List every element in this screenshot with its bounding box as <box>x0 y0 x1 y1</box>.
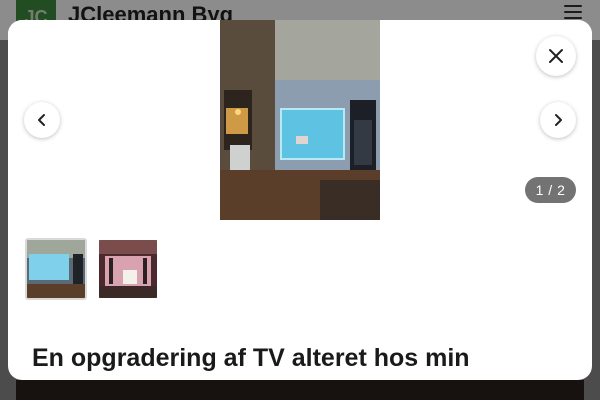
gallery-main-image <box>220 20 380 220</box>
post-title: En opgradering af TV alteret hos min <box>32 344 470 372</box>
close-icon <box>549 49 563 63</box>
next-image-button[interactable] <box>540 102 576 138</box>
chevron-left-icon <box>38 114 45 126</box>
thumbnail-2[interactable] <box>97 238 159 300</box>
thumbnail-1[interactable] <box>25 238 87 300</box>
image-counter: 1 / 2 <box>525 177 576 203</box>
close-button[interactable] <box>536 36 576 76</box>
thumbnail-strip <box>25 238 159 300</box>
image-gallery: 1 / 2 <box>8 20 592 220</box>
image-lightbox-modal: 1 / 2 En opgradering af TV alteret hos m… <box>8 20 592 380</box>
previous-image-button[interactable] <box>24 102 60 138</box>
chevron-right-icon <box>555 114 562 126</box>
